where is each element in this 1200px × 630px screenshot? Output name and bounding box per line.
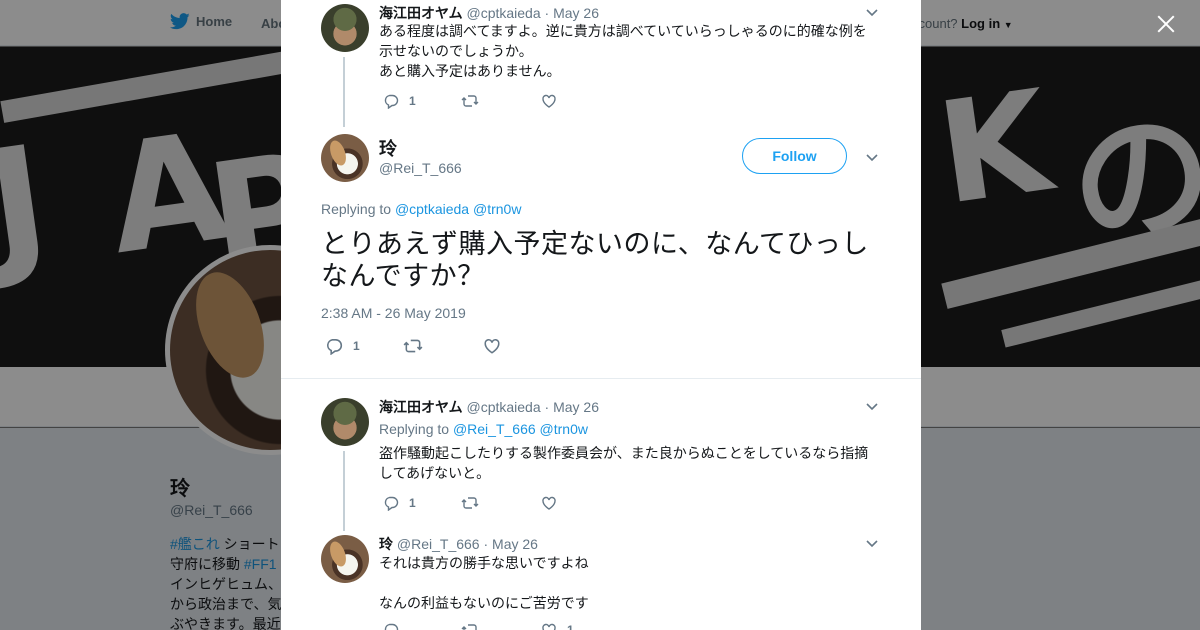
reply-count: 1 [353, 339, 360, 353]
like-button[interactable]: 1 [541, 622, 574, 630]
thread-connector [343, 451, 345, 531]
mention-link[interactable]: @Rei_T_666 [453, 421, 536, 437]
avatar[interactable] [321, 134, 369, 182]
close-icon[interactable] [1152, 11, 1180, 39]
reply-count: 1 [409, 94, 416, 108]
like-count: 1 [567, 623, 574, 630]
reply-button[interactable]: 1 [383, 93, 461, 109]
like-button[interactable] [541, 495, 567, 511]
tweet-header: 玲 @Rei_T_666 · May 26 [379, 534, 538, 554]
mention-link[interactable]: @trn0w [473, 201, 521, 217]
retweet-button[interactable] [403, 337, 483, 355]
retweet-icon [403, 339, 423, 353]
replying-to: Replying to @Rei_T_666 @trn0w [379, 421, 588, 437]
chevron-down-icon[interactable] [865, 5, 879, 19]
retweet-icon [461, 624, 477, 630]
like-icon [542, 623, 556, 630]
tweet-text: 盗作騒動起こしたりする製作委員会が、また良からぬことをしているなら指摘 してあげ… [379, 443, 889, 483]
tweet-author-handle[interactable]: @cptkaieda [466, 5, 540, 21]
tweet-date[interactable]: · May 26 [483, 536, 537, 552]
reply-icon [384, 623, 399, 630]
tweet-author-name[interactable]: 海江田オヤム [379, 399, 463, 415]
reply-button[interactable] [383, 622, 461, 630]
tweet-modal: 海江田オヤム @cptkaieda · May 26 ある程度は調べてますよ。逆… [281, 0, 921, 630]
tweet-author-handle[interactable]: @cptkaieda [466, 399, 540, 415]
chevron-down-icon[interactable] [865, 536, 879, 550]
tweet-text: ある程度は調べてますよ。逆に貴方は調べていていらっしゃるのに的確な例を 示せない… [379, 21, 889, 81]
replying-to-label: Replying to [379, 421, 450, 437]
retweet-button[interactable] [461, 622, 541, 630]
reply-icon [327, 339, 343, 355]
replying-to-label: Replying to [321, 201, 392, 217]
retweet-icon [461, 95, 479, 107]
tweet-date[interactable]: · May 26 [545, 5, 599, 21]
retweet-icon [461, 497, 479, 509]
retweet-button[interactable] [461, 93, 541, 109]
thread-connector [343, 57, 345, 127]
replying-to: Replying to @cptkaieda @trn0w [321, 201, 521, 217]
tweet-text-line: ある程度は調べてますよ。逆に貴方は調べていていらっしゃるのに的確な例を [379, 23, 867, 39]
tweet-text-line: なんの利益もないのにご苦労です [379, 595, 589, 611]
chevron-down-icon[interactable] [865, 399, 879, 413]
like-button[interactable] [541, 93, 567, 109]
chevron-down-icon[interactable] [865, 150, 879, 164]
mention-link[interactable]: @cptkaieda [395, 201, 469, 217]
main-tweet-text: とりあえず購入予定ないのに、なんてひっしなんですか？ [321, 229, 869, 291]
tweet-text-line: 盗作騒動起こしたりする製作委員会が、また良からぬことをしているなら指摘 [379, 445, 869, 461]
tweet-text-line: してあげないと。 [379, 465, 491, 481]
tweet-text-line: それは貴方の勝手な思いですよね [379, 555, 589, 571]
reply-button[interactable]: 1 [383, 495, 461, 511]
tweet-author-name[interactable]: 玲 [379, 135, 397, 161]
tweet-date[interactable]: · May 26 [545, 399, 599, 415]
divider [281, 378, 921, 379]
tweet-author-handle[interactable]: @Rei_T_666 [379, 160, 462, 176]
tweet-header: 海江田オヤム @cptkaieda · May 26 [379, 3, 599, 23]
tweet-actions: 1 [383, 622, 574, 630]
avatar[interactable] [321, 398, 369, 446]
reply-icon [384, 496, 399, 511]
avatar[interactable] [321, 535, 369, 583]
retweet-button[interactable] [461, 495, 541, 511]
tweet-author-name[interactable]: 玲 [379, 536, 393, 552]
tweet-author-name[interactable]: 海江田オヤム [379, 5, 463, 21]
reply-button[interactable]: 1 [325, 337, 403, 355]
like-icon [484, 338, 500, 354]
tweet-text-line: あと購入予定はありません。 [379, 63, 561, 79]
reply-icon [384, 94, 399, 109]
tweet-header: 海江田オヤム @cptkaieda · May 26 [379, 397, 599, 417]
tweet-timestamp[interactable]: 2:38 AM - 26 May 2019 [321, 305, 466, 321]
mention-link[interactable]: @trn0w [540, 421, 588, 437]
tweet-author-handle[interactable]: @Rei_T_666 [397, 536, 480, 552]
tweet-actions: 1 [383, 93, 567, 109]
tweet-actions: 1 [325, 337, 511, 355]
like-icon [542, 94, 556, 108]
like-button[interactable] [483, 337, 511, 355]
tweet-text-line [379, 573, 889, 593]
tweet-actions: 1 [383, 495, 567, 511]
follow-button[interactable]: Follow [742, 138, 847, 174]
tweet-text-line: 示せないのでしょうか。 [379, 43, 533, 59]
tweet-text: それは貴方の勝手な思いですよね なんの利益もないのにご苦労です [379, 553, 889, 613]
avatar[interactable] [321, 4, 369, 52]
reply-count: 1 [409, 496, 416, 510]
like-icon [542, 496, 556, 510]
